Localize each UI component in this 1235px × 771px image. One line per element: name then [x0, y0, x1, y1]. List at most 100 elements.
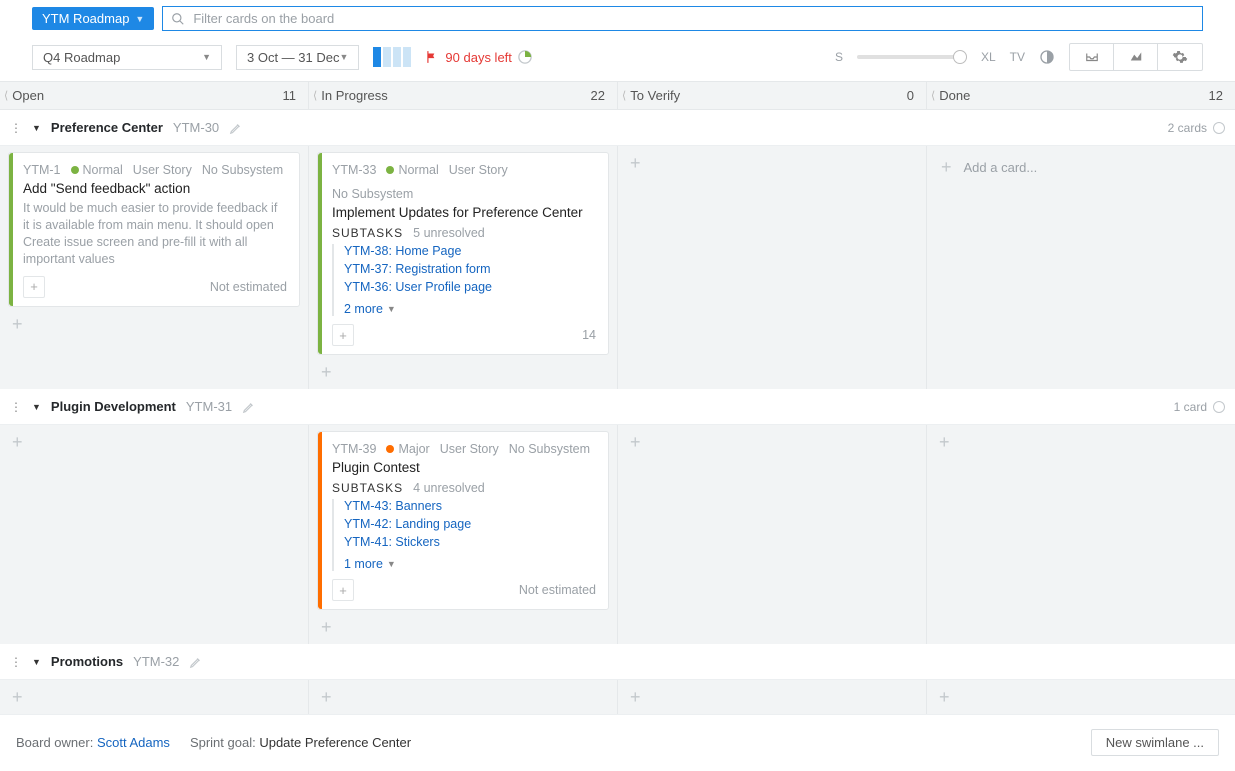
lane-cell[interactable]: YTM-1NormalUser StoryNo SubsystemAdd "Se… — [0, 146, 309, 389]
lane-cell[interactable]: YTM-33NormalUser StoryNo SubsystemImplem… — [309, 146, 618, 389]
new-swimlane-button[interactable]: New swimlane ... — [1091, 729, 1219, 756]
add-card-button[interactable]: + — [8, 431, 27, 453]
contrast-icon[interactable] — [1039, 49, 1055, 65]
add-card-button[interactable]: + — [8, 686, 27, 708]
board-owner-link[interactable]: Scott Adams — [97, 735, 170, 750]
caret-down-icon: ▼ — [339, 52, 348, 62]
subtasks-more[interactable]: 1 more ▼ — [344, 557, 596, 571]
swimlane-header[interactable]: ⋮ ▼ Preference Center YTM-30 2 cards — [0, 110, 1235, 146]
swimlane-name: Promotions — [51, 654, 123, 669]
column-count: 22 — [591, 88, 605, 103]
subtask-link[interactable]: YTM-41: Stickers — [344, 535, 596, 549]
add-subtask-button[interactable]: + — [23, 276, 45, 298]
lane-cell[interactable]: + — [927, 425, 1235, 644]
chevron-left-icon: ⟨ — [313, 89, 317, 102]
sprint-select[interactable]: Q4 Roadmap ▼ — [32, 45, 222, 70]
priority-dot-icon — [386, 445, 394, 453]
subtask-link[interactable]: YTM-38: Home Page — [344, 244, 596, 258]
progress-circle-icon — [1213, 122, 1225, 134]
card-title: Implement Updates for Preference Center — [332, 205, 596, 220]
card[interactable]: YTM-1NormalUser StoryNo SubsystemAdd "Se… — [8, 152, 300, 307]
lane-cell[interactable]: + — [0, 680, 309, 714]
lane-cell[interactable]: YTM-39MajorUser StoryNo SubsystemPlugin … — [309, 425, 618, 644]
priority-stripe — [9, 153, 13, 306]
swimlane-name: Preference Center — [51, 120, 163, 135]
lane-cell[interactable]: + — [0, 425, 309, 644]
sprint-select-label: Q4 Roadmap — [43, 50, 120, 65]
size-small-label: S — [835, 50, 843, 64]
chevron-left-icon: ⟨ — [622, 89, 626, 102]
add-card-button[interactable]: + — [626, 431, 645, 453]
lane-cell[interactable]: + Add a card... — [927, 146, 1235, 389]
subtask-link[interactable]: YTM-36: User Profile page — [344, 280, 596, 294]
column-header[interactable]: ⟨Done12 — [927, 82, 1235, 109]
board-switcher[interactable]: YTM Roadmap ▼ — [32, 7, 154, 30]
drag-handle-icon[interactable]: ⋮ — [10, 655, 22, 669]
add-card-button[interactable]: + — [317, 361, 336, 383]
add-card-button[interactable]: + — [626, 686, 645, 708]
lane-cell[interactable]: + — [309, 680, 618, 714]
layout-pill — [393, 47, 401, 67]
add-card-button[interactable]: + — [317, 616, 336, 638]
drag-handle-icon[interactable]: ⋮ — [10, 400, 22, 414]
collapse-icon[interactable]: ▼ — [32, 657, 41, 667]
swimlane-header[interactable]: ⋮▼Plugin DevelopmentYTM-311 card — [0, 389, 1235, 425]
chart-button[interactable] — [1114, 44, 1158, 70]
swimlane-summary: 2 cards — [1168, 121, 1225, 135]
size-large-label: XL — [981, 50, 996, 64]
lane-cell[interactable]: + — [927, 680, 1235, 714]
lane-cell[interactable]: + — [618, 146, 927, 389]
collapse-icon[interactable]: ▼ — [32, 123, 41, 133]
edit-icon[interactable] — [189, 655, 203, 669]
card-type: User Story — [440, 442, 499, 456]
lane-cell[interactable]: + — [618, 425, 927, 644]
subtask-link[interactable]: YTM-43: Banners — [344, 499, 596, 513]
card[interactable]: YTM-39MajorUser StoryNo SubsystemPlugin … — [317, 431, 609, 610]
column-header[interactable]: ⟨ In Progress 22 — [309, 82, 618, 109]
edit-icon[interactable] — [229, 121, 243, 135]
swimlane-key: YTM-30 — [173, 120, 219, 135]
add-card-button[interactable]: + — [317, 686, 336, 708]
swimlane-header[interactable]: ⋮▼PromotionsYTM-32 — [0, 644, 1235, 680]
search-box[interactable] — [162, 6, 1203, 31]
settings-button[interactable] — [1158, 44, 1202, 70]
card-description: It would be much easier to provide feedb… — [23, 200, 287, 268]
priority-dot-icon — [71, 166, 79, 174]
drag-handle-icon[interactable]: ⋮ — [10, 121, 22, 135]
add-card-button[interactable]: + — [935, 686, 954, 708]
card-subsystem: No Subsystem — [202, 163, 283, 177]
subtask-link[interactable]: YTM-42: Landing page — [344, 517, 596, 531]
card-size-slider[interactable] — [857, 55, 967, 59]
column-name: Done — [939, 88, 970, 103]
column-header[interactable]: ⟨To Verify0 — [618, 82, 927, 109]
add-subtask-button[interactable]: + — [332, 579, 354, 601]
add-card-button[interactable]: + — [8, 313, 27, 335]
caret-down-icon: ▼ — [202, 52, 211, 62]
column-name: In Progress — [321, 88, 387, 103]
priority-stripe — [318, 432, 322, 609]
lane-cell[interactable]: + — [618, 680, 927, 714]
add-card-button[interactable]: + — [626, 152, 645, 174]
card[interactable]: YTM-33NormalUser StoryNo SubsystemImplem… — [317, 152, 609, 355]
tv-mode-button[interactable]: TV — [1010, 50, 1025, 64]
date-range-select[interactable]: 3 Oct — 31 Dec ▼ — [236, 45, 359, 70]
search-input[interactable] — [193, 11, 1194, 26]
add-card-hint[interactable]: Add a card... — [964, 160, 1038, 175]
subtasks-more[interactable]: 2 more ▼ — [344, 302, 596, 316]
inbox-button[interactable] — [1070, 44, 1114, 70]
column-layout-toggle[interactable] — [373, 47, 411, 67]
caret-down-icon: ▼ — [387, 559, 396, 569]
slider-knob[interactable] — [953, 50, 967, 64]
column-name: To Verify — [630, 88, 680, 103]
column-header[interactable]: ⟨Open11 — [0, 82, 309, 109]
edit-icon[interactable] — [242, 400, 256, 414]
collapse-icon[interactable]: ▼ — [32, 402, 41, 412]
pie-progress-icon — [518, 50, 532, 64]
add-card-button[interactable]: + — [935, 431, 954, 453]
add-subtask-button[interactable]: + — [332, 324, 354, 346]
add-card-button[interactable]: + — [937, 156, 956, 178]
days-left-text: 90 days left — [445, 50, 512, 65]
card-type: User Story — [133, 163, 192, 177]
subtask-link[interactable]: YTM-37: Registration form — [344, 262, 596, 276]
layout-pill — [373, 47, 381, 67]
